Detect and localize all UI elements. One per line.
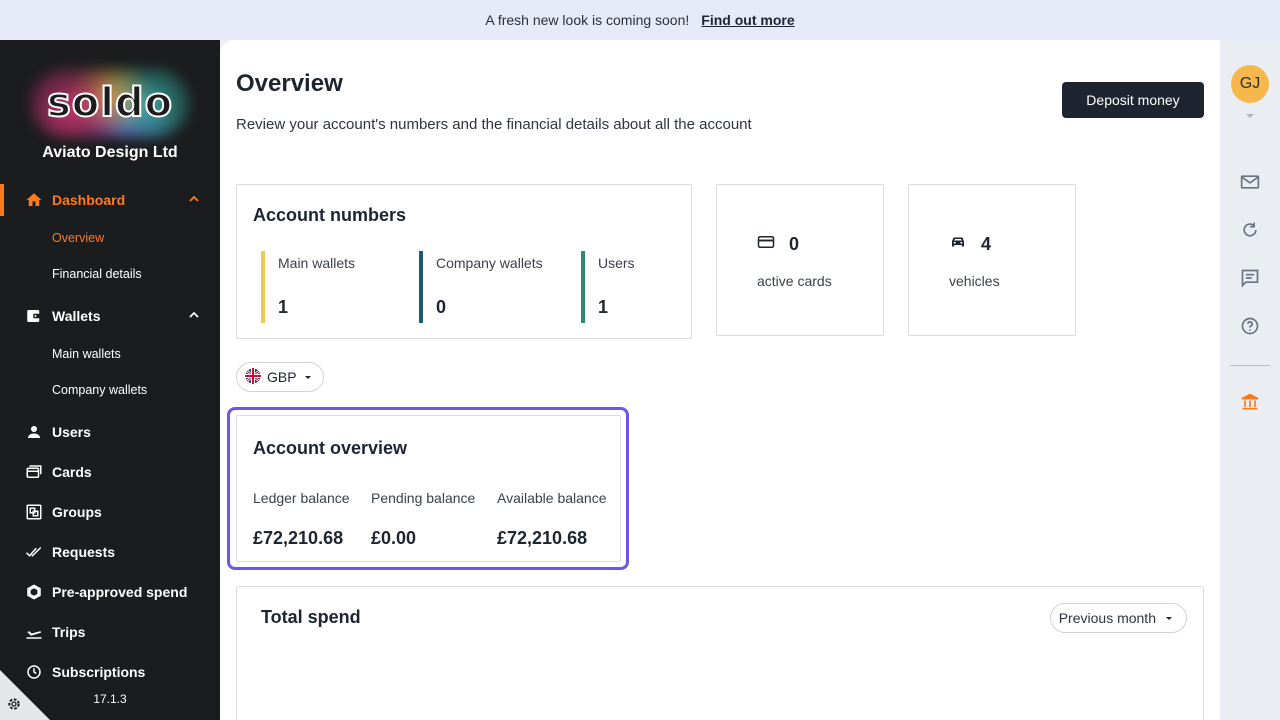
account-overview-title: Account overview xyxy=(253,438,408,458)
vehicles-caption: vehicles xyxy=(949,273,1000,289)
company-name: Aviato Design Ltd xyxy=(42,144,178,161)
total-spend-card: Total spend Previous month xyxy=(236,586,1204,720)
nav-wallets-label: Wallets xyxy=(52,308,101,324)
account-numbers-card: Account numbers Main wallets 1 Company w… xyxy=(236,184,692,339)
caret-down-icon[interactable] xyxy=(1238,108,1262,124)
nav-users-label: Users xyxy=(52,424,91,440)
double-check-icon xyxy=(24,542,44,562)
metric-users[interactable]: Users 1 xyxy=(581,251,635,323)
nav-pre-approved-spend[interactable]: Pre-approved spend xyxy=(0,572,220,612)
metric-value: 1 xyxy=(598,297,609,317)
banner-text: A fresh new look is coming soon! xyxy=(485,12,690,28)
chevron-up-icon[interactable] xyxy=(188,192,200,208)
bank-icon[interactable] xyxy=(1238,390,1262,414)
refresh-icon[interactable] xyxy=(1238,218,1262,242)
announcement-banner: A fresh new look is coming soon! Find ou… xyxy=(0,0,1280,40)
total-spend-title: Total spend xyxy=(261,607,361,627)
nav-subscriptions-label: Subscriptions xyxy=(52,664,146,680)
credit-card-icon xyxy=(757,233,775,256)
metric-value: 0 xyxy=(436,297,447,317)
available-balance-label: Available balance xyxy=(497,490,607,506)
right-utility-bar: GJ xyxy=(1220,40,1280,720)
ledger-balance: Ledger balance £72,210.68 xyxy=(253,490,350,549)
mail-icon[interactable] xyxy=(1238,170,1262,194)
nav-trips[interactable]: Trips xyxy=(0,612,220,652)
nav-users[interactable]: Users xyxy=(0,412,220,452)
nav-pre-approved-label: Pre-approved spend xyxy=(52,584,188,600)
wallet-icon xyxy=(24,306,44,326)
metric-bar xyxy=(419,251,423,323)
soldo-logo[interactable]: soldo xyxy=(30,68,190,138)
vehicles-card[interactable]: 4 vehicles xyxy=(908,184,1076,336)
metric-main-wallets[interactable]: Main wallets 1 xyxy=(261,251,355,323)
nav-groups[interactable]: Groups xyxy=(0,492,220,532)
divider xyxy=(1230,365,1270,366)
period-selector[interactable]: Previous month xyxy=(1049,603,1187,633)
pending-balance-value: £0.00 xyxy=(371,528,417,548)
nav-company-wallets[interactable]: Company wallets xyxy=(0,372,220,408)
main-nav: Dashboard Overview Financial details Wal… xyxy=(0,180,220,692)
available-balance-value: £72,210.68 xyxy=(497,528,588,548)
user-icon xyxy=(24,422,44,442)
metric-label: Main wallets xyxy=(278,255,356,271)
metric-label: Company wallets xyxy=(436,255,543,271)
ledger-balance-value: £72,210.68 xyxy=(253,528,344,548)
ledger-balance-label: Ledger balance xyxy=(253,490,350,506)
avatar[interactable]: GJ xyxy=(1231,65,1269,103)
metric-company-wallets[interactable]: Company wallets 0 xyxy=(419,251,543,323)
cards-icon xyxy=(24,462,44,482)
metric-bar xyxy=(261,251,265,323)
nav-requests-label: Requests xyxy=(52,544,116,560)
nav-financial-details[interactable]: Financial details xyxy=(0,256,220,292)
vehicles-row: 4 xyxy=(949,233,991,256)
active-cards-row: 0 xyxy=(757,233,799,256)
logo-text: soldo xyxy=(46,79,174,127)
page-subtitle: Review your account's numbers and the fi… xyxy=(236,116,752,133)
plane-icon xyxy=(24,622,44,642)
nav-main-wallets[interactable]: Main wallets xyxy=(0,336,220,372)
currency-selector[interactable]: GBP xyxy=(236,362,324,392)
active-cards-card[interactable]: 0 active cards xyxy=(716,184,884,336)
chevron-up-icon[interactable] xyxy=(188,308,200,324)
sidebar: soldo Aviato Design Ltd Dashboard Overvi… xyxy=(0,40,220,720)
active-cards-caption: active cards xyxy=(757,273,832,289)
home-icon xyxy=(24,190,44,210)
page-title: Overview xyxy=(236,70,343,97)
gear-icon[interactable] xyxy=(6,696,22,717)
chat-icon[interactable] xyxy=(1238,266,1262,290)
nav-requests[interactable]: Requests xyxy=(0,532,220,572)
find-out-more-link[interactable]: Find out more xyxy=(701,12,794,28)
metric-label: Users xyxy=(598,255,635,271)
caret-down-icon xyxy=(303,369,313,385)
account-overview-card: Account overview Ledger balance £72,210.… xyxy=(236,415,621,562)
active-cards-value: 0 xyxy=(789,234,800,254)
nav-dashboard[interactable]: Dashboard xyxy=(0,180,220,220)
caret-down-icon xyxy=(1164,610,1174,626)
nav-groups-label: Groups xyxy=(52,504,102,520)
deposit-money-button[interactable]: Deposit money xyxy=(1062,82,1204,118)
available-balance: Available balance £72,210.68 xyxy=(497,490,607,549)
groups-icon xyxy=(24,502,44,522)
account-numbers-title: Account numbers xyxy=(253,205,407,225)
help-icon[interactable] xyxy=(1238,314,1262,338)
nav-wallets[interactable]: Wallets xyxy=(0,296,220,336)
car-icon xyxy=(949,233,967,256)
nav-cards-label: Cards xyxy=(52,464,92,480)
nav-cards[interactable]: Cards xyxy=(0,452,220,492)
hexagon-icon xyxy=(24,582,44,602)
metric-value: 1 xyxy=(278,297,289,317)
vehicles-value: 4 xyxy=(981,234,992,254)
nav-dashboard-label: Dashboard xyxy=(52,192,126,208)
main-content: Overview Review your account's numbers a… xyxy=(220,40,1220,720)
currency-code: GBP xyxy=(267,369,297,385)
uk-flag-icon xyxy=(245,367,261,387)
nav-overview[interactable]: Overview xyxy=(0,220,220,256)
period-value: Previous month xyxy=(1058,610,1156,626)
nav-trips-label: Trips xyxy=(52,624,86,640)
pending-balance-label: Pending balance xyxy=(371,490,476,506)
pending-balance: Pending balance £0.00 xyxy=(371,490,475,549)
metric-bar xyxy=(581,251,585,323)
